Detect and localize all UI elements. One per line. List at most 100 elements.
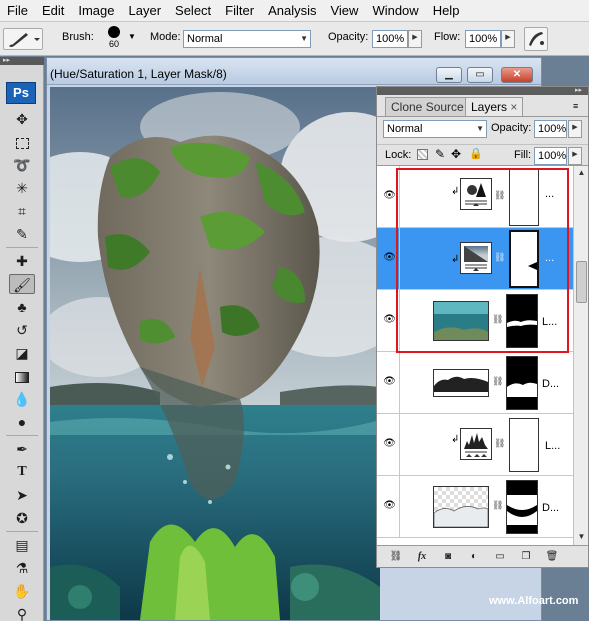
- layer-image-thumbnail: [433, 369, 489, 397]
- brush-preset-picker[interactable]: 60: [104, 25, 124, 53]
- visibility-eye-icon[interactable]: 👁: [383, 252, 396, 264]
- layer-opacity-slider-button[interactable]: ▶: [568, 120, 582, 138]
- type-tool-icon[interactable]: T: [9, 462, 35, 482]
- menu-help[interactable]: Help: [426, 0, 467, 22]
- opacity-input[interactable]: 100%: [372, 30, 408, 48]
- scrollbar-thumb[interactable]: [576, 261, 587, 303]
- shape-tool-icon[interactable]: ✪: [9, 508, 35, 528]
- close-button[interactable]: ✕: [501, 67, 533, 83]
- flow-value: 100%: [469, 33, 498, 45]
- layer-mask-thumbnail[interactable]: [506, 294, 538, 348]
- chevron-down-icon[interactable]: ▼: [128, 32, 136, 41]
- layer-row[interactable]: 👁 ⛓ D...: [377, 476, 573, 538]
- scroll-down-icon[interactable]: ▼: [576, 531, 587, 543]
- pen-tool-icon[interactable]: ✒: [9, 439, 35, 459]
- eyedropper-tool-icon[interactable]: ⚗: [9, 558, 35, 578]
- dodge-tool-icon[interactable]: ●: [9, 412, 35, 432]
- new-group-icon[interactable]: ▭: [491, 550, 509, 564]
- airbrush-button[interactable]: [524, 27, 548, 51]
- magic-wand-tool-icon[interactable]: ✳: [9, 178, 35, 198]
- menu-select[interactable]: Select: [168, 0, 218, 22]
- layer-name: D...: [542, 378, 560, 390]
- scroll-up-icon[interactable]: ▲: [576, 167, 587, 179]
- healing-brush-tool-icon[interactable]: ✚: [9, 251, 35, 271]
- minimize-button[interactable]: ▁: [436, 67, 462, 83]
- gradient-tool-icon[interactable]: [9, 366, 35, 386]
- fill-slider-button[interactable]: ▶: [568, 147, 582, 165]
- add-mask-icon[interactable]: ◙: [439, 550, 457, 564]
- document-title-bar[interactable]: (Hue/Saturation 1, Layer Mask/8) ▁ ▭ ✕: [47, 58, 541, 85]
- tab-clone-source[interactable]: Clone Source: [385, 97, 470, 117]
- notes-tool-icon[interactable]: ▤: [9, 535, 35, 555]
- crop-tool-icon[interactable]: ⌗: [9, 201, 35, 221]
- layer-style-icon[interactable]: fx: [413, 550, 431, 564]
- layer-opacity-input[interactable]: 100%: [534, 120, 567, 138]
- delete-layer-icon[interactable]: 🗑: [543, 550, 561, 564]
- layer-row-selected[interactable]: 👁 ↲ ⛓ ...: [377, 228, 573, 290]
- lock-position-icon[interactable]: ✥: [451, 147, 461, 161]
- blur-tool-icon[interactable]: 💧: [9, 389, 35, 409]
- slice-tool-icon[interactable]: ✎: [9, 224, 35, 244]
- tool-preset-picker[interactable]: [3, 28, 43, 50]
- history-brush-tool-icon[interactable]: ↺: [9, 320, 35, 340]
- lock-pixels-icon[interactable]: ✎: [435, 147, 445, 161]
- layer-mask-thumbnail-active[interactable]: [509, 230, 539, 288]
- eraser-tool-icon[interactable]: ◪: [9, 343, 35, 363]
- tab-layers[interactable]: Layers ×: [465, 97, 524, 117]
- toolbox-grip[interactable]: ▸▸: [0, 57, 44, 65]
- panel-grip[interactable]: ▸▸: [377, 87, 588, 95]
- path-selection-tool-icon[interactable]: ➤: [9, 485, 35, 505]
- tab-close-icon[interactable]: ×: [510, 100, 517, 114]
- lock-all-icon[interactable]: 🔒: [469, 147, 483, 160]
- flow-slider-button[interactable]: ▶: [501, 30, 515, 48]
- layer-mask-thumbnail[interactable]: [509, 168, 539, 226]
- menu-window[interactable]: Window: [365, 0, 425, 22]
- lock-row: Lock: ✎ ✥ 🔒 Fill: 100% ▶: [377, 144, 588, 166]
- menu-layer[interactable]: Layer: [122, 0, 169, 22]
- layer-mask-thumbnail[interactable]: [506, 480, 538, 534]
- lock-transparency-icon[interactable]: [417, 149, 428, 160]
- panel-menu-icon[interactable]: ≡: [573, 101, 578, 111]
- visibility-eye-icon[interactable]: 👁: [383, 438, 396, 450]
- layer-mask-thumbnail[interactable]: [509, 418, 539, 472]
- flow-input[interactable]: 100%: [465, 30, 501, 48]
- lasso-tool-icon[interactable]: ➰: [9, 155, 35, 175]
- collapse-panel-icon[interactable]: ▸▸: [575, 87, 582, 95]
- zoom-tool-icon[interactable]: ⚲: [9, 604, 35, 621]
- layer-row[interactable]: 👁 ↲ ⛓ L...: [377, 414, 573, 476]
- menu-file[interactable]: File: [0, 0, 35, 22]
- visibility-eye-icon[interactable]: 👁: [383, 376, 396, 388]
- link-layers-icon[interactable]: ⛓: [387, 550, 405, 564]
- opacity-slider-button[interactable]: ▶: [408, 30, 422, 48]
- layer-row[interactable]: 👁 ⛓ D...: [377, 352, 573, 414]
- brush-tool-icon[interactable]: 🖌: [9, 274, 35, 294]
- visibility-eye-icon[interactable]: 👁: [383, 314, 396, 326]
- visibility-eye-icon[interactable]: 👁: [383, 500, 396, 512]
- visibility-eye-icon[interactable]: 👁: [383, 190, 396, 202]
- maximize-button[interactable]: ▭: [467, 67, 493, 83]
- marquee-tool-icon[interactable]: [9, 132, 35, 152]
- new-adjustment-icon[interactable]: ◐: [465, 550, 483, 564]
- move-tool-icon[interactable]: ✥: [9, 109, 35, 129]
- link-chain-icon: ⛓: [494, 252, 506, 262]
- chevron-right-icon: ▶: [505, 34, 511, 41]
- hand-tool-icon[interactable]: ✋: [9, 581, 35, 601]
- new-layer-icon[interactable]: ❐: [517, 550, 535, 564]
- clone-stamp-tool-icon[interactable]: ♣: [9, 297, 35, 317]
- canvas-image[interactable]: [50, 87, 380, 620]
- layer-row[interactable]: 👁 ⛓ L...: [377, 290, 573, 352]
- menu-analysis[interactable]: Analysis: [261, 0, 323, 22]
- layer-image-thumbnail: [433, 301, 489, 341]
- menu-edit[interactable]: Edit: [35, 0, 71, 22]
- menu-view[interactable]: View: [323, 0, 365, 22]
- layer-name: ...: [545, 188, 555, 200]
- fill-input[interactable]: 100%: [534, 147, 567, 165]
- mode-dropdown[interactable]: Normal ▼: [183, 30, 311, 48]
- layer-row[interactable]: 👁 ↲ ⛓ ...: [377, 166, 573, 228]
- blend-mode-dropdown[interactable]: Normal ▼: [383, 120, 487, 138]
- menu-image[interactable]: Image: [71, 0, 121, 22]
- menu-filter[interactable]: Filter: [218, 0, 261, 22]
- toolbox: ▸▸ Ps ✥ ➰ ✳ ⌗ ✎ ✚ 🖌 ♣ ↺ ◪ 💧 ● ✒ T ➤ ✪ ▤ …: [0, 57, 44, 621]
- layers-scrollbar[interactable]: ▲ ▼: [573, 166, 588, 545]
- layer-mask-thumbnail[interactable]: [506, 356, 538, 410]
